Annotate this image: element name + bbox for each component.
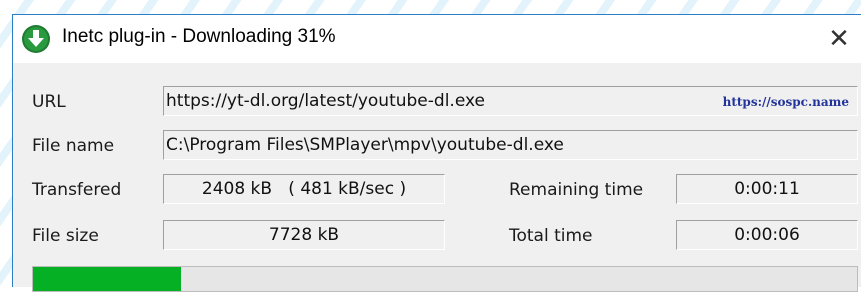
remaining-value: 0:00:11 bbox=[734, 179, 800, 199]
download-arrow-icon bbox=[22, 25, 50, 53]
transferred-label: Transfered bbox=[32, 180, 122, 200]
download-dialog: Inetc plug-in - Downloading 31% ✕ URL ht… bbox=[12, 14, 861, 292]
total-time-field: 0:00:06 bbox=[676, 220, 858, 250]
close-button[interactable]: ✕ bbox=[817, 15, 861, 63]
download-progress-bar bbox=[32, 266, 858, 292]
transferred-value: 2408 kB ( 481 kB/sec ) bbox=[201, 179, 407, 199]
watermark: https://sospc.name bbox=[722, 95, 849, 109]
transferred-field: 2408 kB ( 481 kB/sec ) bbox=[163, 174, 445, 204]
filesize-label: File size bbox=[32, 226, 99, 246]
filename-field: C:\Program Files\SMPlayer\mpv\youtube-dl… bbox=[163, 130, 858, 160]
filename-label: File name bbox=[32, 136, 115, 156]
filesize-value: 7728 kB bbox=[268, 225, 340, 245]
total-time-label: Total time bbox=[509, 226, 593, 246]
remaining-label: Remaining time bbox=[509, 180, 644, 200]
total-time-value: 0:00:06 bbox=[734, 225, 800, 245]
filesize-field: 7728 kB bbox=[163, 220, 445, 250]
progress-fill bbox=[33, 267, 182, 291]
url-label: URL bbox=[32, 92, 66, 112]
close-icon: ✕ bbox=[828, 24, 850, 54]
filename-value: C:\Program Files\SMPlayer\mpv\youtube-dl… bbox=[166, 135, 564, 155]
window-title: Inetc plug-in - Downloading 31% bbox=[62, 26, 336, 47]
url-field: https://yt-dl.org/latest/youtube-dl.exe … bbox=[163, 86, 858, 116]
title-bar[interactable]: Inetc plug-in - Downloading 31% ✕ bbox=[13, 15, 861, 63]
url-value: https://yt-dl.org/latest/youtube-dl.exe bbox=[166, 91, 485, 111]
remaining-field: 0:00:11 bbox=[676, 174, 858, 204]
